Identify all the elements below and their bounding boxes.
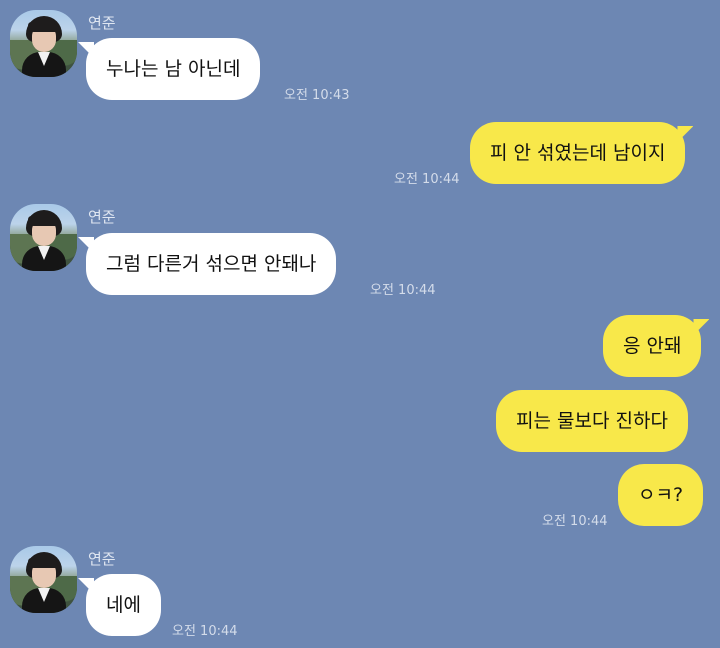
sender-name: 연준 — [88, 208, 116, 226]
message-text: 그럼 다른거 섞으면 안돼나 — [106, 253, 317, 275]
message-timestamp: 오전 10:43 — [284, 88, 350, 103]
message-text: 네에 — [106, 594, 141, 616]
profile-avatar[interactable] — [10, 10, 77, 77]
message-timestamp: 오전 10:44 — [370, 283, 436, 298]
sender-name: 연준 — [88, 550, 116, 568]
message-timestamp: 오전 10:44 — [172, 624, 238, 639]
message-text: 피 안 섞였는데 남이지 — [490, 142, 666, 164]
message-bubble-incoming[interactable]: 그럼 다른거 섞으면 안돼나 — [78, 233, 337, 295]
sender-name: 연준 — [88, 14, 116, 32]
message-bubble-outgoing[interactable]: ㅇㅋ? — [618, 464, 704, 526]
message-bubble-outgoing[interactable]: 피는 물보다 진하다 — [496, 390, 688, 452]
profile-avatar[interactable] — [10, 204, 77, 271]
message-text: 누나는 남 아닌데 — [106, 58, 241, 80]
message-bubble-incoming[interactable]: 네에 — [78, 574, 161, 636]
profile-avatar[interactable] — [10, 546, 77, 613]
message-text: 피는 물보다 진하다 — [516, 410, 668, 432]
message-bubble-outgoing[interactable]: 응 안돼 — [603, 315, 710, 377]
message-timestamp: 오전 10:44 — [394, 172, 460, 187]
message-text: ㅇㅋ? — [638, 484, 684, 506]
message-timestamp: 오전 10:44 — [542, 514, 608, 529]
message-bubble-incoming[interactable]: 누나는 남 아닌데 — [78, 38, 261, 100]
message-bubble-outgoing[interactable]: 피 안 섞였는데 남이지 — [470, 122, 694, 184]
message-text: 응 안돼 — [623, 335, 682, 357]
